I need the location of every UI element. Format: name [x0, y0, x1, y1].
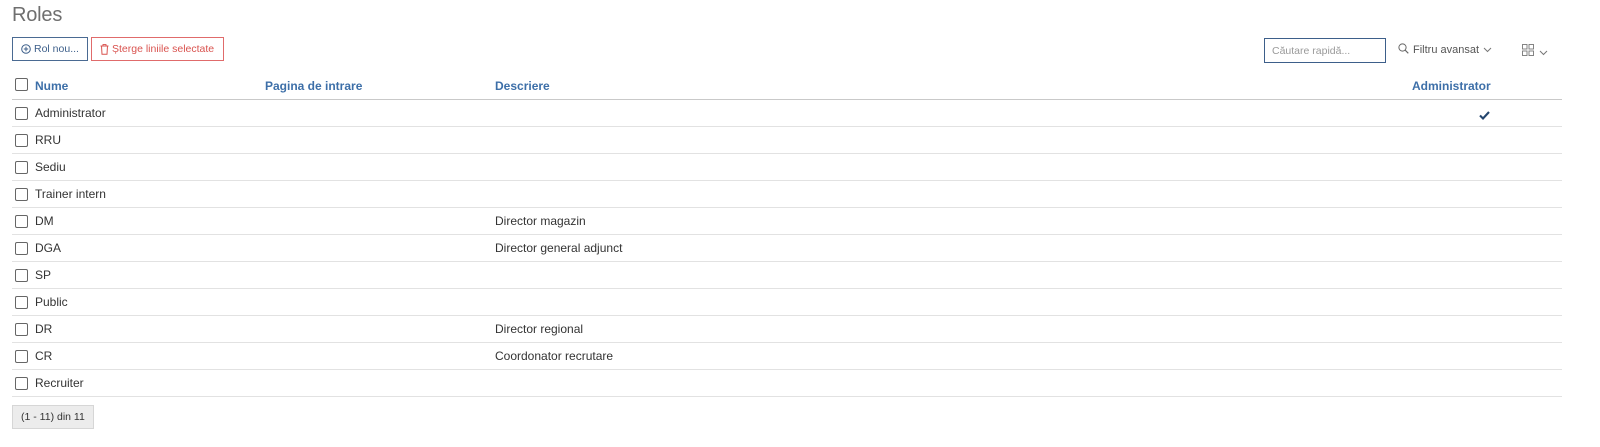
pagination-summary: (1 - 11) din 11 — [12, 405, 94, 429]
role-description: Director general adjunct — [495, 241, 623, 255]
row-checkbox[interactable] — [15, 377, 28, 390]
new-role-label: Rol nou... — [34, 43, 79, 55]
table-row[interactable]: Public — [12, 289, 1562, 316]
row-checkbox[interactable] — [15, 215, 28, 228]
role-name: Trainer intern — [35, 187, 106, 201]
role-name: Sediu — [35, 160, 66, 174]
column-header-administrator[interactable]: Administrator — [1412, 79, 1491, 93]
role-name: DR — [35, 322, 53, 336]
role-name: CR — [35, 349, 53, 363]
row-checkbox[interactable] — [15, 296, 28, 309]
role-description: Director magazin — [495, 214, 586, 228]
role-name: Recruiter — [35, 376, 84, 390]
table-row[interactable]: RRU — [12, 127, 1562, 154]
page-title: Roles — [12, 4, 63, 26]
table-row[interactable]: Administrator — [12, 100, 1562, 127]
role-name: DM — [35, 214, 54, 228]
row-checkbox[interactable] — [15, 350, 28, 363]
checkmark-icon — [1479, 107, 1490, 125]
delete-selected-label: Șterge liniile selectate — [112, 43, 215, 55]
row-checkbox[interactable] — [15, 242, 28, 255]
row-checkbox[interactable] — [15, 188, 28, 201]
new-role-button[interactable]: Rol nou... — [12, 37, 88, 61]
role-name: Administrator — [35, 106, 106, 120]
column-header-name[interactable]: Nume — [35, 79, 68, 93]
row-checkbox[interactable] — [15, 161, 28, 174]
column-header-entry-page[interactable]: Pagina de intrare — [265, 79, 362, 93]
role-description: Director regional — [495, 322, 584, 336]
role-name: DGA — [35, 241, 62, 255]
table-row[interactable]: Trainer intern — [12, 181, 1562, 208]
advanced-filter-label: Filtru avansat — [1413, 44, 1480, 56]
advanced-filter-toggle[interactable]: Filtru avansat — [1398, 43, 1492, 57]
role-description: Coordonator recrutare — [495, 349, 614, 363]
table-row[interactable]: DM Director magazin — [12, 208, 1562, 235]
column-header-description[interactable]: Descriere — [495, 79, 550, 93]
chevron-down-icon — [1539, 43, 1548, 61]
table-row[interactable]: Recruiter — [12, 370, 1562, 397]
delete-selected-button[interactable]: Șterge liniile selectate — [91, 37, 224, 61]
view-mode-toggle[interactable] — [1522, 43, 1548, 61]
table-row[interactable]: Sediu — [12, 154, 1562, 181]
table-header: Nume Pagina de intrare Descriere Adminis… — [12, 73, 1562, 100]
table-row[interactable]: DGA Director general adjunct — [12, 235, 1562, 262]
grid-view-icon — [1522, 43, 1534, 61]
trash-icon — [100, 43, 109, 55]
role-name: SP — [35, 268, 52, 282]
chevron-down-icon — [1483, 44, 1492, 56]
row-checkbox[interactable] — [15, 323, 28, 336]
search-icon — [1398, 43, 1409, 57]
quick-search-input[interactable] — [1264, 38, 1386, 63]
role-name: Public — [35, 295, 68, 309]
select-all-checkbox[interactable] — [15, 78, 28, 91]
roles-page: Roles Rol nou... Șterge liniile selectat… — [0, 0, 1600, 447]
table-row[interactable]: CR Coordonator recrutare — [12, 343, 1562, 370]
plus-circle-icon — [21, 44, 31, 54]
table-row[interactable]: SP — [12, 262, 1562, 289]
role-name: RRU — [35, 133, 61, 147]
roles-table: Nume Pagina de intrare Descriere Adminis… — [12, 73, 1562, 397]
row-checkbox[interactable] — [15, 269, 28, 282]
row-checkbox[interactable] — [15, 134, 28, 147]
table-row[interactable]: DR Director regional — [12, 316, 1562, 343]
row-checkbox[interactable] — [15, 107, 28, 120]
